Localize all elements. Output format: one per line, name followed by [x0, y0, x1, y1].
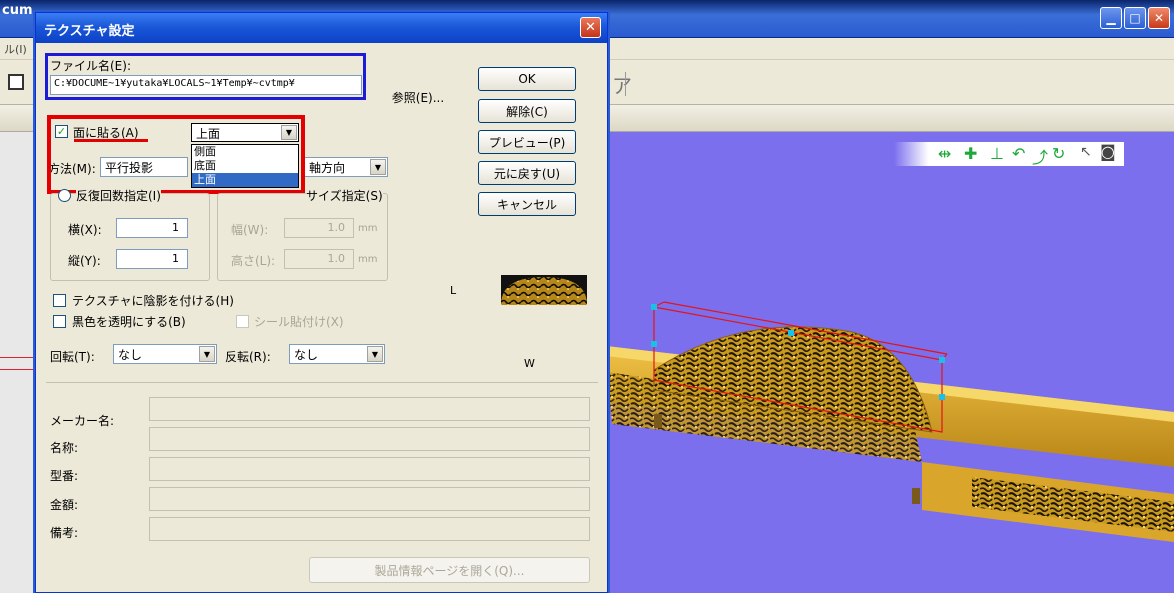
maker-label: メーカー名:	[50, 414, 115, 428]
size-width-label: 幅(W):	[231, 223, 269, 237]
repeat-count-title: 反復回数指定(I)	[76, 187, 161, 204]
repeat-horizontal-label: 横(X):	[68, 223, 102, 237]
price-field[interactable]	[149, 487, 590, 511]
preview-button[interactable]: プレビュー(P)	[478, 130, 576, 154]
preview-l-label: L	[450, 284, 457, 297]
chevron-down-icon: ▼	[370, 159, 386, 175]
rotation-label: 回転(T):	[50, 350, 95, 364]
orbit-icon[interactable]: ↻	[1052, 144, 1065, 163]
size-height-field[interactable]: 1.0	[284, 249, 354, 269]
preview-w-label: W	[524, 357, 535, 370]
size-width-unit: mm	[358, 223, 378, 234]
foot-right	[912, 488, 920, 504]
texture-settings-dialog: テクスチャ設定 ✕ ファイル名(E): C:¥DOCUME~1¥yutaka¥L…	[35, 12, 608, 593]
shadow-checkbox[interactable]	[53, 294, 66, 307]
rotate-axis-icon[interactable]: ⤴	[1032, 144, 1048, 168]
release-button[interactable]: 解除(C)	[478, 99, 576, 123]
new-file-icon[interactable]	[8, 74, 24, 90]
repeat-vertical-field[interactable]: 1	[116, 249, 188, 269]
size-width-field[interactable]: 1.0	[284, 218, 354, 238]
model-label: 型番:	[50, 469, 79, 483]
maker-field[interactable]	[149, 397, 590, 421]
model-field[interactable]	[149, 457, 590, 481]
app-title: cum	[2, 3, 33, 18]
browse-button[interactable]: 参照(E)...	[377, 85, 459, 109]
file-name-highlight	[45, 53, 366, 100]
revert-button[interactable]: 元に戻す(U)	[478, 161, 576, 185]
dialog-titlebar[interactable]: テクスチャ設定 ✕	[36, 13, 607, 43]
maximize-button[interactable]: □	[1124, 7, 1146, 29]
repeat-horizontal-field[interactable]: 1	[116, 218, 188, 238]
minimize-button[interactable]: ▁	[1100, 7, 1122, 29]
flip-select-value: なし	[294, 348, 319, 362]
move-y-icon[interactable]: ✚	[964, 144, 977, 163]
seal-checkbox[interactable]	[236, 315, 249, 328]
size-height-label: 高さ(L):	[231, 254, 276, 268]
app-close-button[interactable]: ✕	[1148, 7, 1170, 29]
note-field[interactable]	[149, 517, 590, 541]
cursor-icon[interactable]: ↖	[1080, 144, 1092, 160]
toolbar-separator	[625, 72, 626, 96]
window-controls: ▁ □ ✕	[1100, 7, 1170, 29]
repeat-vertical-label: 縦(Y):	[68, 254, 101, 268]
chevron-down-icon: ▼	[199, 346, 215, 362]
open-product-page-button[interactable]: 製品情報ページを開く(Q)...	[309, 557, 590, 583]
name-label: 名称:	[50, 441, 79, 455]
flip-label: 反転(R):	[225, 350, 271, 364]
ok-button[interactable]: OK	[478, 67, 576, 91]
cancel-button[interactable]: キャンセル	[478, 192, 576, 216]
size-height-unit: mm	[358, 254, 378, 265]
shadow-label: テクスチャに陰影を付ける(H)	[72, 294, 234, 308]
texture-preview-image	[501, 275, 587, 305]
paste-face-highlight	[47, 115, 305, 194]
note-label: 備考:	[50, 526, 79, 540]
transparent-checkbox[interactable]	[53, 315, 66, 328]
chevron-down-icon: ▼	[367, 346, 383, 362]
rotation-select-value: なし	[118, 348, 143, 362]
rotation-select[interactable]: なし ▼	[113, 344, 217, 364]
transparent-label: 黒色を透明にする(B)	[72, 315, 186, 329]
dialog-close-button[interactable]: ✕	[580, 17, 601, 38]
toolbar-fragment-icon: ア	[612, 74, 632, 98]
move-z-icon[interactable]: ⊥	[990, 144, 1004, 163]
price-label: 金額:	[50, 498, 79, 512]
section-divider	[46, 382, 598, 383]
flip-select[interactable]: なし ▼	[289, 344, 385, 364]
axis-select[interactable]: 軸方向 ▼	[304, 157, 388, 177]
viewport-toolbar: ⇹ ✚ ⊥ ↶ ⤴ ↻ ↖ ◙	[894, 142, 1124, 168]
size-title: サイズ指定(S)	[306, 187, 383, 204]
repeat-count-radio[interactable]	[58, 189, 71, 202]
name-field[interactable]	[149, 427, 590, 451]
axis-select-value: 軸方向	[309, 161, 346, 175]
seal-label: シール貼付け(X)	[254, 315, 344, 329]
move-x-icon[interactable]: ⇹	[938, 144, 951, 163]
foot-left	[654, 414, 662, 428]
camera-icon[interactable]: ◙	[1100, 142, 1116, 161]
menu-item-tools[interactable]: ル(I)	[4, 41, 27, 57]
rotate-icon[interactable]: ↶	[1012, 144, 1025, 163]
dialog-title: テクスチャ設定	[44, 24, 135, 39]
